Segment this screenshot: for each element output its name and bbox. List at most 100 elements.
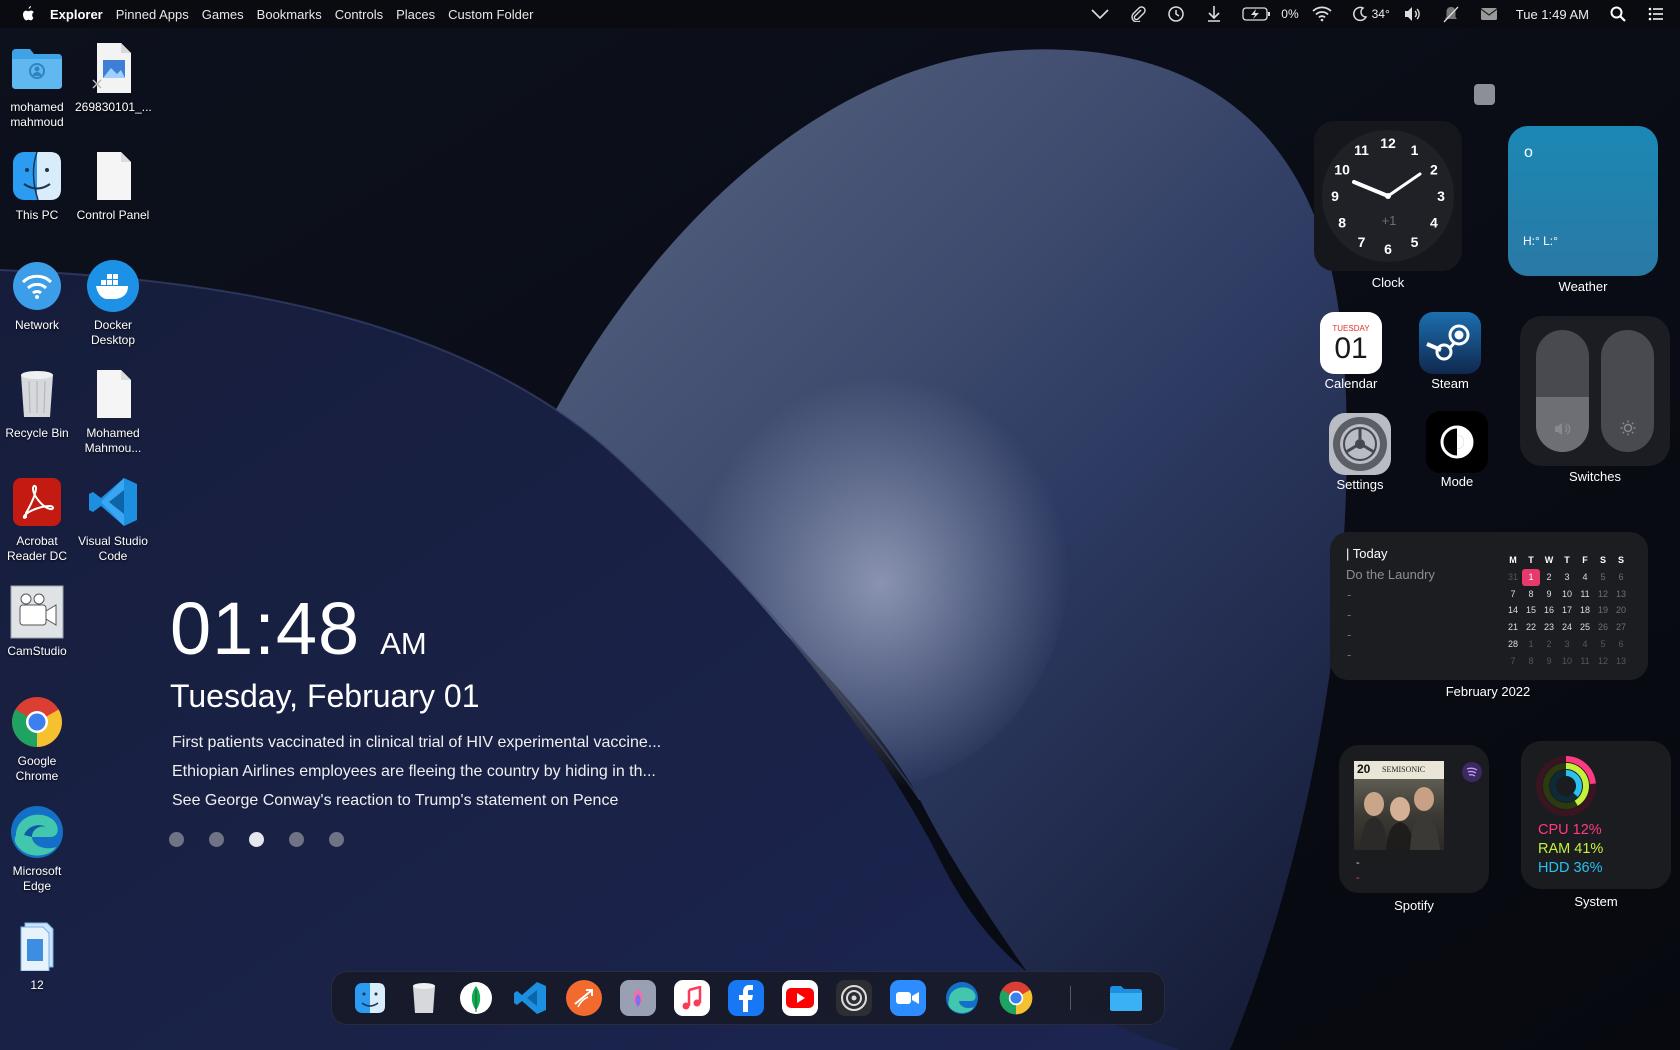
pager-dot[interactable] (329, 832, 344, 847)
mini-calendar-day[interactable]: 6 (1612, 569, 1630, 586)
mini-calendar-day[interactable]: 1 (1522, 568, 1540, 586)
search-icon[interactable] (1608, 4, 1628, 24)
dock-music-icon[interactable] (674, 980, 710, 1016)
mini-calendar-day[interactable]: 5 (1594, 569, 1612, 586)
mini-calendar-day[interactable]: 28 (1504, 636, 1522, 653)
mini-calendar-day[interactable]: 4 (1576, 636, 1594, 653)
mini-calendar-day[interactable]: 9 (1540, 653, 1558, 670)
clock-widget[interactable]: 12 1 2 3 4 5 6 7 8 9 10 11 +1 (1314, 121, 1462, 271)
desktop-icon-docker[interactable]: Docker Desktop (75, 258, 151, 348)
mini-calendar-day[interactable]: 11 (1576, 653, 1594, 670)
menu-bookmarks[interactable]: Bookmarks (257, 7, 322, 22)
mini-calendar-day[interactable]: 27 (1612, 619, 1630, 636)
mini-calendar-day[interactable]: 8 (1522, 653, 1540, 670)
mini-calendar-day[interactable]: 24 (1558, 619, 1576, 636)
pager-dot[interactable] (289, 832, 304, 847)
desktop-icon-this-pc[interactable]: This PC (0, 148, 75, 223)
desktop-icon-image-file[interactable]: 269830101_... (75, 40, 152, 115)
mini-calendar-day[interactable]: 23 (1540, 619, 1558, 636)
menu-app-name[interactable]: Explorer (50, 7, 103, 22)
dock-youtube-icon[interactable] (782, 980, 818, 1016)
mini-calendar-day[interactable]: 26 (1594, 619, 1612, 636)
mini-calendar-day[interactable]: 10 (1558, 653, 1576, 670)
desktop-icon-camstudio[interactable]: CamStudio (0, 584, 75, 659)
mini-calendar-day[interactable]: 3 (1558, 636, 1576, 653)
mode-app-tile[interactable] (1426, 411, 1488, 473)
mute-bell-icon[interactable] (1441, 4, 1461, 24)
news-headline[interactable]: See George Conway's reaction to Trump's … (172, 792, 618, 810)
volume-slider[interactable] (1536, 330, 1589, 452)
mini-calendar-day[interactable]: 7 (1504, 586, 1522, 603)
news-headline[interactable]: First patients vaccinated in clinical tr… (172, 734, 661, 752)
desktop-icon-control-panel[interactable]: Control Panel (75, 148, 151, 223)
mini-calendar-day[interactable]: 15 (1522, 602, 1540, 619)
dock-zoom-icon[interactable] (890, 980, 926, 1016)
dock-edge-icon[interactable] (944, 980, 980, 1016)
dock-vscode-icon[interactable] (512, 980, 548, 1016)
mini-calendar-day[interactable]: 9 (1540, 586, 1558, 603)
paperclip-icon[interactable] (1128, 4, 1148, 24)
desktop-icon-recycle-bin[interactable]: Recycle Bin (0, 366, 75, 441)
dock-mongodb-icon[interactable] (458, 980, 494, 1016)
dock-folder-icon[interactable] (1108, 980, 1144, 1016)
weather-widget[interactable]: o H:° L:° (1508, 126, 1658, 276)
battery-icon[interactable] (1242, 4, 1272, 24)
pager-dot[interactable] (249, 832, 264, 847)
desktop-icon-edge[interactable]: Microsoft Edge (0, 804, 75, 894)
mini-calendar-day[interactable]: 7 (1504, 653, 1522, 670)
mini-calendar-day[interactable]: 21 (1504, 619, 1522, 636)
mini-calendar-day[interactable]: 10 (1558, 586, 1576, 603)
desktop-icon-network[interactable]: Network (0, 258, 75, 333)
pager-dot[interactable] (169, 832, 184, 847)
mini-calendar-day[interactable]: 1 (1522, 636, 1540, 653)
mini-calendar-day[interactable]: 2 (1540, 569, 1558, 586)
mini-calendar-day[interactable]: 5 (1594, 636, 1612, 653)
spotify-widget[interactable]: 20 SEMISONIC - - (1339, 745, 1489, 893)
desktop-icon-acrobat[interactable]: Acrobat Reader DC (0, 474, 75, 564)
desktop-icon-mohamed-doc[interactable]: Mohamed Mahmou... (75, 366, 151, 456)
volume-icon[interactable] (1403, 4, 1423, 24)
menu-controls[interactable]: Controls (335, 7, 383, 22)
dock-trash-icon[interactable] (406, 980, 442, 1016)
dock-facebook-icon[interactable] (728, 980, 764, 1016)
mini-calendar-day[interactable]: 16 (1540, 602, 1558, 619)
mini-calendar-day[interactable]: 25 (1576, 619, 1594, 636)
mini-calendar-day[interactable]: 19 (1594, 602, 1612, 619)
pager-dot[interactable] (209, 832, 224, 847)
desktop-icon-12[interactable]: 12 (0, 918, 75, 993)
dock-settings-icon[interactable] (836, 980, 872, 1016)
download-icon[interactable] (1204, 4, 1224, 24)
list-icon[interactable] (1646, 4, 1666, 24)
chevron-down-icon[interactable] (1090, 4, 1110, 24)
desktop-icon-vscode[interactable]: Visual Studio Code (75, 474, 151, 564)
dock-chrome-icon[interactable] (998, 980, 1034, 1016)
menu-places[interactable]: Places (396, 7, 435, 22)
mail-icon[interactable] (1479, 4, 1499, 24)
mini-calendar-day[interactable]: 2 (1540, 636, 1558, 653)
todo-task[interactable]: Do the Laundry (1346, 567, 1435, 582)
mini-calendar-day[interactable]: 22 (1522, 619, 1540, 636)
mini-calendar-day[interactable]: 17 (1558, 602, 1576, 619)
mini-calendar-day[interactable]: 14 (1504, 602, 1522, 619)
mini-calendar-day[interactable]: 12 (1594, 586, 1612, 603)
system-widget[interactable]: CPU 12% RAM 41% HDD 36% (1521, 741, 1671, 889)
menu-games[interactable]: Games (202, 7, 244, 22)
desktop-icon-user-folder[interactable]: mohamed mahmoud (0, 40, 75, 130)
mini-calendar-day[interactable]: 20 (1612, 602, 1630, 619)
mini-calendar-day[interactable]: 8 (1522, 586, 1540, 603)
history-icon[interactable] (1166, 4, 1186, 24)
calendar-app-tile[interactable]: TUESDAY 01 (1320, 312, 1382, 374)
settings-app-tile[interactable] (1329, 413, 1391, 475)
menu-pinned-apps[interactable]: Pinned Apps (116, 7, 189, 22)
mini-calendar-day[interactable]: 6 (1612, 636, 1630, 653)
news-headline[interactable]: Ethiopian Airlines employees are fleeing… (172, 763, 656, 781)
todo-calendar-widget[interactable]: | Today Do the Laundry - - - - M T W T F S S 31… (1330, 532, 1648, 680)
mini-calendar-day[interactable]: 4 (1576, 569, 1594, 586)
apple-menu-icon[interactable] (18, 4, 38, 24)
mini-calendar-day[interactable]: 12 (1594, 653, 1612, 670)
wifi-icon[interactable] (1312, 4, 1332, 24)
brightness-slider[interactable] (1601, 330, 1654, 452)
mini-calendar-day[interactable]: 11 (1576, 586, 1594, 603)
mini-calendar-day[interactable]: 18 (1576, 602, 1594, 619)
dock-swift-icon[interactable] (566, 980, 602, 1016)
